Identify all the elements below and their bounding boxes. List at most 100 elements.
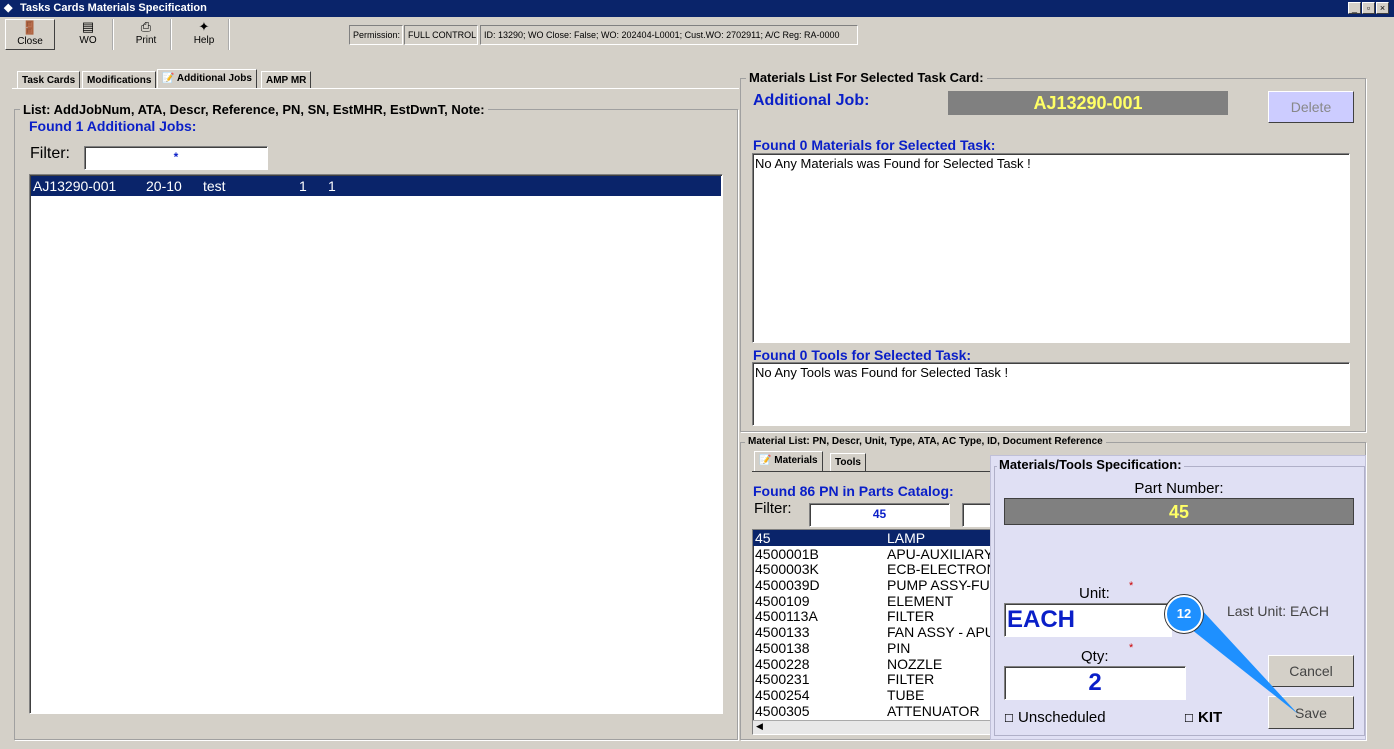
catalog-row[interactable]: 4500138 PIN [753, 640, 1001, 656]
work-order-info: ID: 13290; WO Close: False; WO: 202404-L… [480, 25, 858, 45]
parts-catalog-list[interactable]: 45 LAMP 4500001B APU-AUXILIARY 4500003K ECB-E… [752, 529, 1002, 735]
catalog-filter-input[interactable]: 45 [809, 503, 950, 527]
part-number: 4500109 [755, 592, 810, 609]
tab-materials[interactable]: 📝 Materials [754, 451, 823, 471]
help-button[interactable]: ✦ Help [180, 19, 230, 50]
part-descr: ECB-ELECTRON [887, 561, 997, 578]
note-icon: 📝 [162, 73, 175, 84]
job-ata: 20-10 [146, 178, 182, 194]
checkbox-icon: ☐ [1004, 713, 1014, 725]
jobs-list[interactable]: AJ13290-001 20-10 test 1 1 [29, 174, 723, 714]
catalog-group-label: Material List: PN, Descr, Unit, Type, AT… [745, 436, 1106, 447]
catalog-row[interactable]: 45 LAMP [753, 530, 1001, 546]
catalog-row[interactable]: 4500039D PUMP ASSY-FU [753, 577, 1001, 593]
part-number-label: Part Number: [1134, 480, 1224, 497]
callout-badge: 12 [1165, 595, 1203, 633]
part-number: 4500113A [755, 608, 818, 625]
part-number: 4500039D [755, 577, 820, 594]
jobs-found-label: Found 1 Additional Jobs: [29, 118, 197, 134]
close-button[interactable]: 🚪 Close [5, 19, 55, 50]
unit-label: Unit: [1079, 585, 1110, 602]
catalog-row[interactable]: 4500109 ELEMENT [753, 593, 1001, 609]
minimize-button[interactable]: _ [1348, 2, 1361, 14]
part-descr: LAMP [887, 530, 926, 546]
filter-label: Filter: [30, 145, 70, 162]
part-number: 4500138 [755, 639, 810, 656]
part-descr: APU-AUXILIARY [887, 545, 994, 562]
list-item[interactable]: AJ13290-001 20-10 test 1 1 [31, 176, 721, 196]
part-number-value: 45 [1004, 498, 1354, 525]
horizontal-scrollbar[interactable]: ◀ [753, 720, 1001, 734]
job-descr: test [203, 178, 226, 194]
print-button[interactable]: ⎙ Print [122, 19, 172, 50]
catalog-row[interactable]: 4500003K ECB-ELECTRON [753, 561, 1001, 577]
print-label: Print [135, 35, 157, 46]
unit-required-marker: * [1129, 580, 1134, 592]
job-label: Additional Job: [753, 92, 870, 109]
tab-tools[interactable]: Tools [830, 453, 866, 471]
materials-list[interactable]: No Any Materials was Found for Selected … [752, 153, 1350, 343]
tools-list[interactable]: No Any Tools was Found for Selected Task… [752, 362, 1350, 426]
wo-icon: ▤ [81, 19, 95, 34]
tab-amp-mr[interactable]: AMP MR [261, 71, 312, 89]
catalog-row[interactable]: 4500231 FILTER [753, 671, 1001, 687]
permission-label: Permission: [349, 25, 403, 45]
catalog-row[interactable]: 4500113A FILTER [753, 608, 1001, 624]
wo-label: WO [79, 35, 97, 46]
part-number: 4500228 [755, 655, 810, 672]
help-book-icon: ✦ [198, 19, 210, 34]
wo-button[interactable]: ▤ WO [64, 19, 114, 50]
app-icon: ◆ [4, 2, 13, 14]
job-est-mhr: 1 [299, 178, 307, 194]
jobs-group-label: List: AddJobNum, ATA, Descr, Reference, … [20, 102, 488, 117]
part-number: 45 [755, 530, 771, 546]
part-number: 4500001B [755, 545, 819, 562]
delete-button[interactable]: Delete [1268, 91, 1354, 123]
tab-divider [752, 471, 992, 472]
part-descr: TUBE [887, 686, 925, 703]
tab-divider [12, 88, 739, 89]
part-number: 4500305 [755, 702, 810, 719]
tools-found-label: Found 0 Tools for Selected Task: [753, 347, 972, 363]
help-label: Help [193, 35, 215, 46]
unscheduled-checkbox[interactable]: ☐ Unscheduled [1004, 709, 1106, 726]
window-title: Tasks Cards Materials Specification [20, 2, 207, 14]
part-descr: PUMP ASSY-FU [887, 577, 990, 594]
printer-icon: ⎙ [140, 19, 152, 34]
part-descr: ATTENUATOR [887, 702, 980, 719]
spec-title: Materials/Tools Specification: [997, 457, 1184, 472]
tab-label: Materials [774, 455, 818, 466]
catalog-found-label: Found 86 PN in Parts Catalog: [753, 483, 954, 499]
part-descr: ELEMENT [887, 592, 954, 609]
jobs-filter-input[interactable]: * [84, 146, 268, 170]
part-number: 4500254 [755, 686, 810, 703]
job-number: AJ13290-001 [33, 178, 117, 194]
catalog-row[interactable]: 4500254 TUBE [753, 687, 1001, 703]
close-window-button[interactable]: × [1376, 2, 1389, 14]
part-number: 4500133 [755, 624, 810, 641]
part-descr: PIN [887, 639, 911, 656]
note-icon: 📝 [759, 455, 772, 466]
job-value: AJ13290-001 [948, 91, 1228, 115]
tab-additional-jobs[interactable]: 📝 Additional Jobs [157, 69, 257, 89]
catalog-filter-label: Filter: [754, 500, 792, 517]
tab-task-cards[interactable]: Task Cards [17, 71, 81, 89]
maximize-button[interactable]: ▫ [1362, 2, 1375, 14]
catalog-row[interactable]: 4500305 ATTENUATOR [753, 703, 1001, 719]
tab-label: Additional Jobs [176, 73, 252, 84]
materials-found-label: Found 0 Materials for Selected Task: [753, 137, 996, 153]
catalog-row[interactable]: 4500001B APU-AUXILIARY [753, 546, 1001, 562]
part-descr: FILTER [887, 608, 935, 625]
qty-required-marker: * [1129, 642, 1134, 654]
part-number: 4500231 [755, 671, 810, 688]
catalog-row[interactable]: 4500228 NOZZLE [753, 656, 1001, 672]
unit-input[interactable]: EACH [1004, 603, 1172, 637]
qty-label: Qty: [1081, 648, 1109, 665]
materials-group-label: Materials List For Selected Task Card: [746, 70, 987, 85]
title-bar: ◆ Tasks Cards Materials Specification [0, 0, 1394, 17]
unscheduled-label: Unscheduled [1018, 709, 1106, 726]
part-descr: FAN ASSY - APU [887, 624, 995, 641]
tab-modifications[interactable]: Modifications [82, 71, 157, 89]
job-est-dwnt: 1 [328, 178, 336, 194]
catalog-row[interactable]: 4500133 FAN ASSY - APU [753, 624, 1001, 640]
